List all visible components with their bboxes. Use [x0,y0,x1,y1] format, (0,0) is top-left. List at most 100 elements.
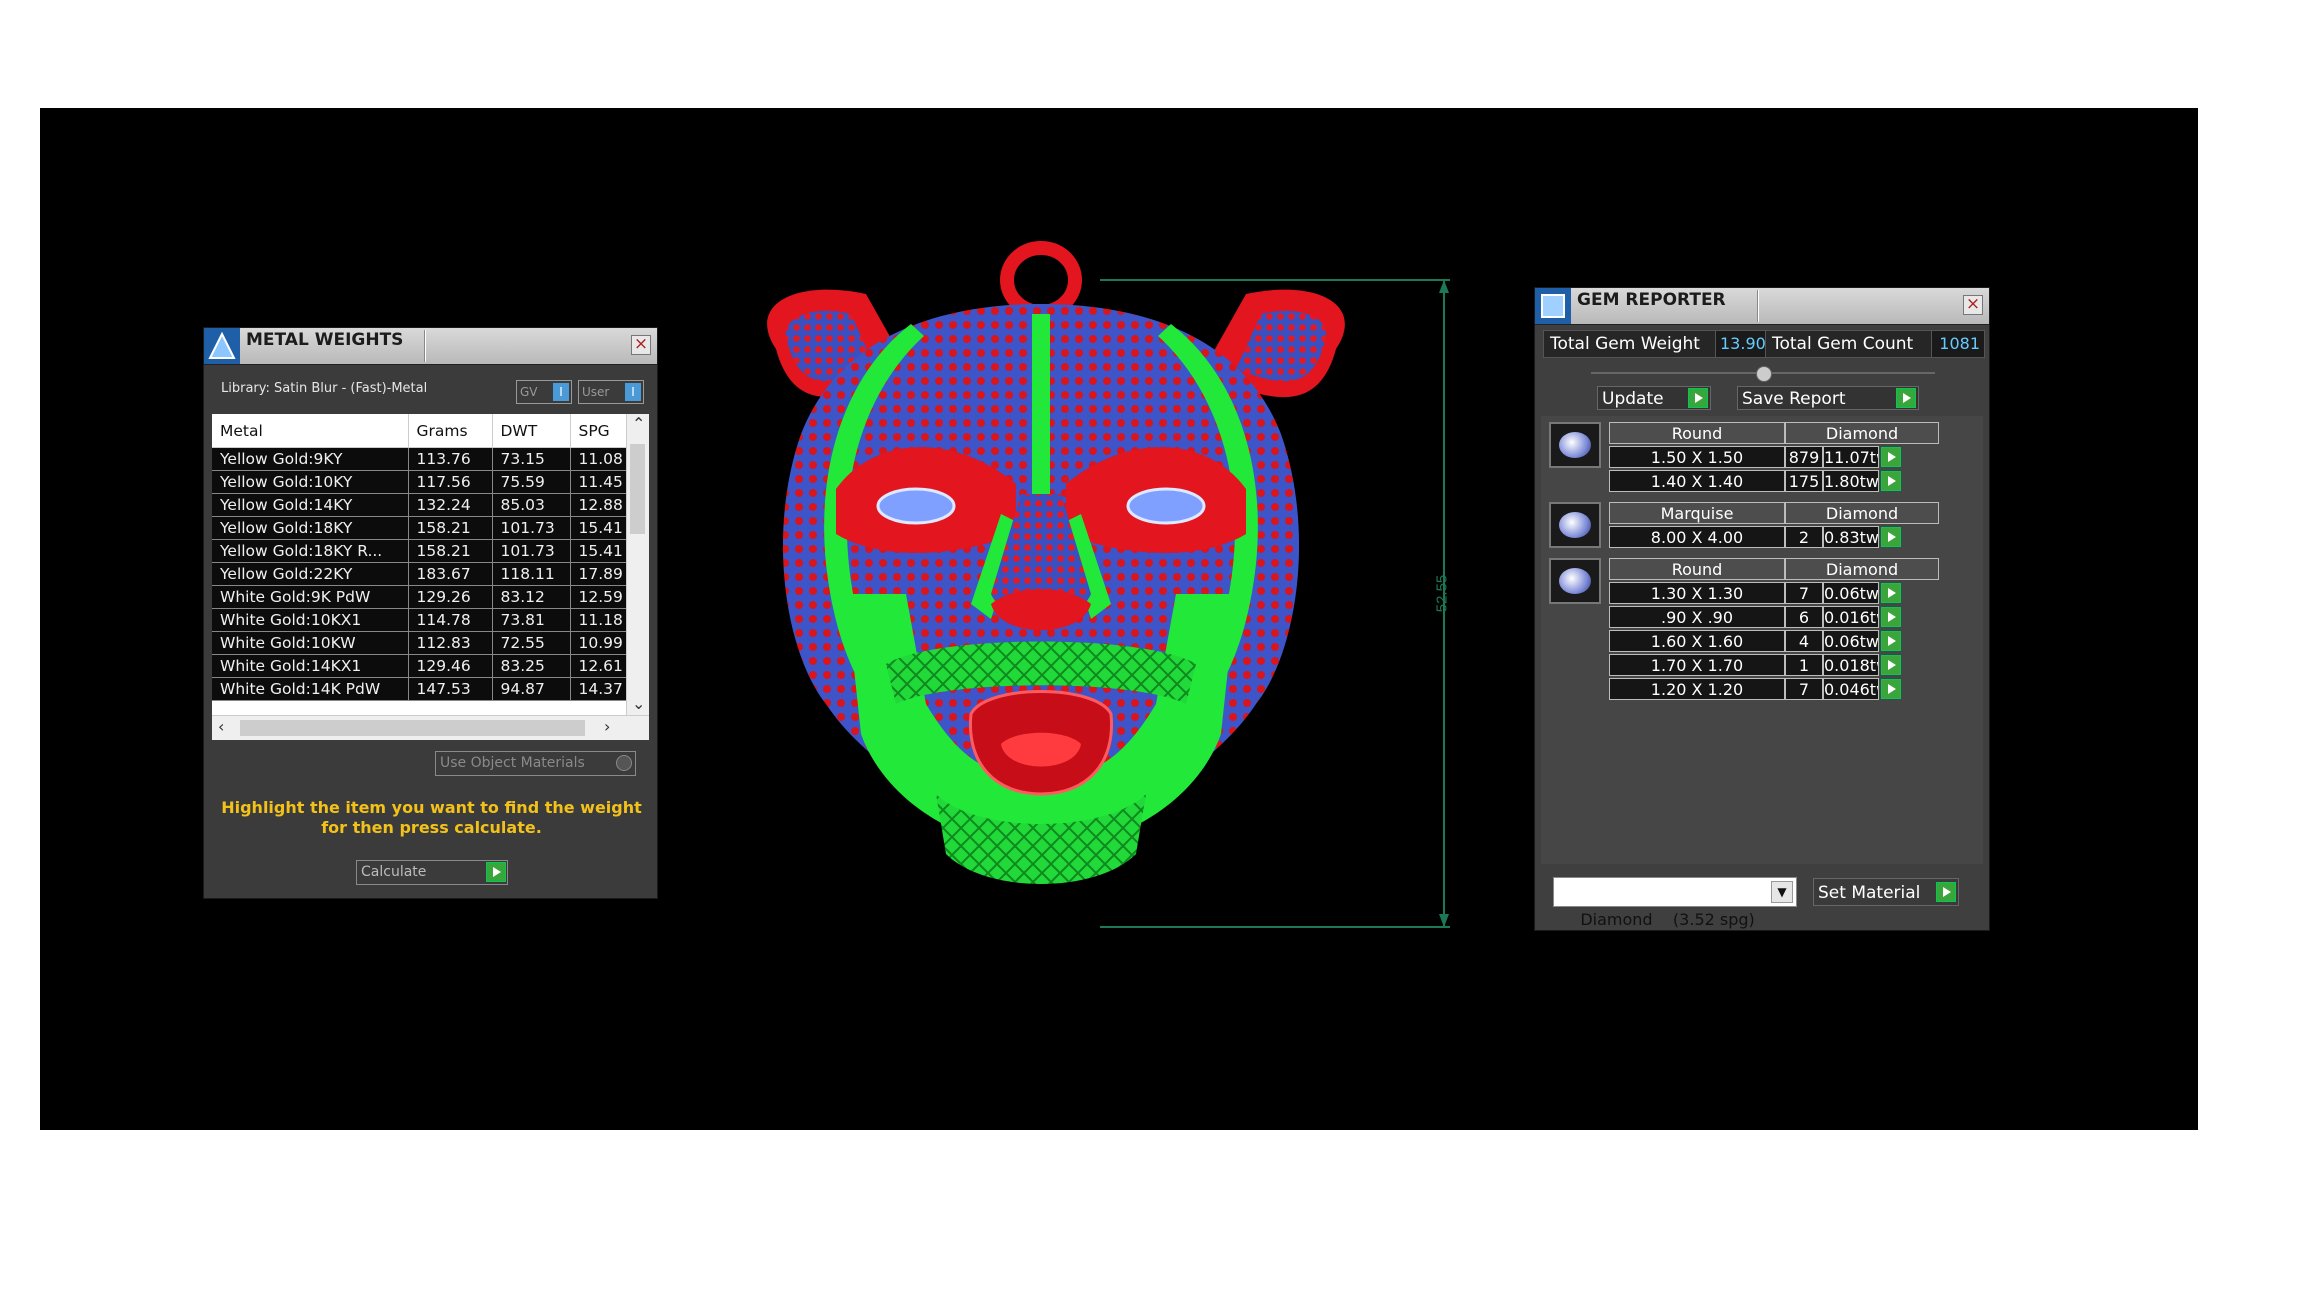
metal-cell: Yellow Gold:9KY [212,447,409,471]
gem-material: Diamond [1785,422,1939,444]
metal-table-horizontal-scrollbar[interactable]: ‹ › [212,715,649,740]
metal-weights-title: METAL WEIGHTS [246,330,404,350]
user-toggle-icon: I [625,383,641,401]
metal-cell: White Gold:10KX1 [212,608,409,632]
metal-cell: 101.73 [492,516,571,540]
close-gem-reporter-button[interactable]: × [1963,295,1983,315]
gem-count: 1 [1785,654,1823,676]
forehead-stripe [1032,314,1050,514]
metal-cell: 11.08 [570,447,627,471]
gem-shape: Round [1609,558,1785,580]
gem-size: 1.70 X 1.70 [1609,654,1785,676]
dimension-label: 52.55 [1433,574,1451,613]
metal-weights-panel[interactable]: METAL WEIGHTS × Library: Satin Blur - (F… [203,327,658,899]
metal-cell: 17.89 [570,562,627,586]
material-select[interactable]: Diamond (3.52 spg) ▼ [1553,877,1797,929]
gem-size: 1.60 X 1.60 [1609,630,1785,652]
metal-cell: 117.56 [408,470,493,494]
metal-row[interactable]: Yellow Gold:18KY 158.21 101.73 15.41 [212,516,627,540]
close-metal-weights-button[interactable]: × [631,335,651,355]
gem-reporter-app-icon [1535,288,1571,324]
gem-reporter-title: GEM REPORTER [1577,290,1726,310]
gem-count: 6 [1785,606,1823,628]
metal-row[interactable]: Yellow Gold:18KY R... 158.21 101.73 15.41 [212,539,627,563]
scroll-left-icon[interactable]: ‹ [218,717,224,736]
checkbox-icon[interactable] [616,755,632,771]
scroll-up-icon[interactable]: ⌃ [632,414,645,433]
column-header[interactable]: SPG [570,414,627,448]
use-object-materials-checkbox[interactable]: Use Object Materials [435,751,636,776]
select-gem-arrow-icon[interactable] [1881,655,1901,675]
metal-row[interactable]: Yellow Gold:10KY 117.56 75.59 11.45 [212,470,627,494]
metal-row[interactable]: Yellow Gold:14KY 132.24 85.03 12.88 [212,493,627,517]
gem-thumbnail-icon[interactable] [1549,422,1601,468]
metal-row[interactable]: Yellow Gold:22KY 183.67 118.11 17.89 [212,562,627,586]
metal-cell: 83.12 [492,585,571,609]
select-gem-arrow-icon[interactable] [1881,583,1901,603]
update-button[interactable]: Update [1597,386,1711,410]
metal-cell: 158.21 [408,539,493,563]
chevron-down-icon[interactable]: ▼ [1771,881,1793,903]
select-gem-arrow-icon[interactable] [1881,527,1901,547]
gem-size: 1.50 X 1.50 [1609,446,1785,468]
gem-weight: 1.80tw [1823,470,1879,492]
scroll-right-icon[interactable]: › [604,717,610,736]
gem-material: Diamond [1785,502,1939,524]
metal-cell: 94.87 [492,677,571,701]
gem-count: 4 [1785,630,1823,652]
gem-reporter-titlebar[interactable]: GEM REPORTER × [1535,288,1989,325]
set-material-button[interactable]: Set Material [1813,878,1959,906]
save-report-button[interactable]: Save Report [1737,386,1919,410]
user-toggle[interactable]: User I [578,380,644,404]
metal-table-vertical-scrollbar[interactable]: ⌃ ⌄ [626,414,649,716]
metal-cell: White Gold:14K PdW [212,677,409,701]
metal-cell: 113.76 [408,447,493,471]
metal-cell: White Gold:10KW [212,631,409,655]
metal-cell: 147.53 [408,677,493,701]
select-gem-arrow-icon[interactable] [1881,607,1901,627]
gem-list[interactable]: RoundDiamond1.50 X 1.5087911.07tw1.40 X … [1541,416,1983,864]
select-gem-arrow-icon[interactable] [1881,471,1901,491]
gem-thumbnail-icon[interactable] [1549,558,1601,604]
gem-shape: Round [1609,422,1785,444]
select-gem-arrow-icon[interactable] [1881,447,1901,467]
gv-toggle-icon: I [553,383,569,401]
calculate-button[interactable]: Calculate [356,860,508,885]
metal-cell: 112.83 [408,631,493,655]
metal-cell: 14.37 [570,677,627,701]
metal-cell: 10.99 [570,631,627,655]
metal-cell: 11.18 [570,608,627,632]
report-slider-knob[interactable] [1756,366,1772,382]
gv-toggle[interactable]: GV I [516,380,572,404]
metal-cell: 15.41 [570,539,627,563]
select-gem-arrow-icon[interactable] [1881,631,1901,651]
gem-weight: 11.07tw [1823,446,1879,468]
save-report-arrow-icon[interactable] [1896,388,1916,408]
metal-row[interactable]: Yellow Gold:9KY 113.76 73.15 11.08 [212,447,627,471]
gem-size: 8.00 X 4.00 [1609,526,1785,548]
metal-row[interactable]: White Gold:10KW 112.83 72.55 10.99 [212,631,627,655]
select-gem-arrow-icon[interactable] [1881,679,1901,699]
metal-cell: 101.73 [492,539,571,563]
metal-row[interactable]: White Gold:14KX1 129.46 83.25 12.61 [212,654,627,678]
column-header[interactable]: Grams [408,414,493,448]
play-arrow-icon[interactable] [486,862,506,882]
metal-cell: Yellow Gold:14KY [212,493,409,517]
set-material-arrow-icon[interactable] [1936,882,1956,902]
metal-weights-titlebar[interactable]: METAL WEIGHTS × [204,328,657,365]
metal-cell: Yellow Gold:10KY [212,470,409,494]
metal-row[interactable]: White Gold:14K PdW 147.53 94.87 14.37 [212,677,627,701]
bail-ring [1000,241,1082,319]
metal-row[interactable]: White Gold:9K PdW 129.26 83.12 12.59 [212,585,627,609]
column-header[interactable]: DWT [492,414,571,448]
metal-row[interactable]: White Gold:10KX1 114.78 73.81 11.18 [212,608,627,632]
gem-thumbnail-icon[interactable] [1549,502,1601,548]
gem-count: 7 [1785,678,1823,700]
total-gem-weight-value: 13.90 [1715,330,1769,358]
scroll-down-icon[interactable]: ⌄ [632,694,645,713]
column-header[interactable]: Metal [212,414,409,448]
metal-table[interactable]: Metal Grams DWT SPG Yellow Gold:9KY 113.76 73… [212,414,649,740]
update-arrow-icon[interactable] [1688,388,1708,408]
gem-count: 879 [1785,446,1823,468]
gem-reporter-panel[interactable]: GEM REPORTER × Total Gem Weight 13.90 To… [1534,287,1990,931]
